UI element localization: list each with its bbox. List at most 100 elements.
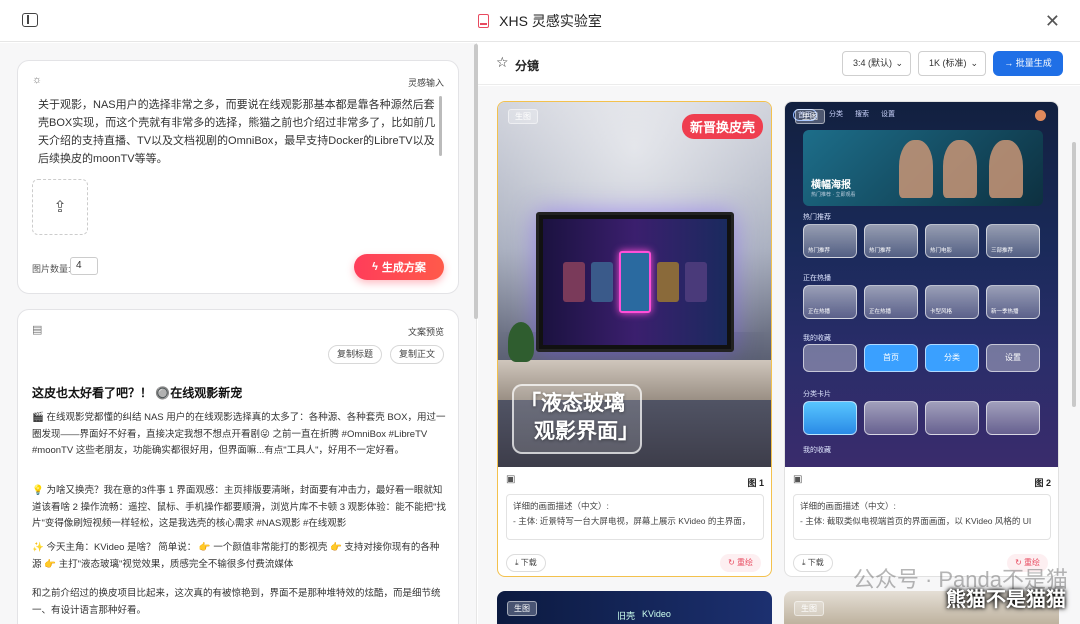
storyboard-card-2[interactable]: 首页 分类 搜索 设置 横幅海报 热门推荐 · 立即观看 热门推荐 热门推荐 热…	[784, 101, 1059, 577]
inspiration-textarea[interactable]: 关于观影，NAS用户的选择非常之多，而要说在线观影那基本都是靠各种源然后套壳BO…	[38, 96, 438, 168]
redraw-button[interactable]: ↻ 重绘	[720, 554, 761, 572]
image-icon: ▣	[506, 474, 516, 485]
poster	[591, 262, 613, 302]
sidebar-toggle-icon[interactable]	[22, 13, 38, 27]
generate-button[interactable]: ϟ 生成方案	[354, 254, 444, 280]
image-number: 图 1	[747, 478, 764, 488]
desc-line: 详细的画面描述（中文）:	[513, 501, 609, 511]
image-number: 图 2	[1034, 478, 1051, 488]
sun-icon: ☼	[32, 74, 43, 86]
download-button[interactable]: ⤓ 下载	[793, 554, 833, 572]
redraw-label: 重绘	[737, 558, 753, 567]
mock-tile	[864, 401, 918, 435]
section-label: 正在热播	[803, 275, 831, 282]
image-tag: 生图	[507, 601, 537, 616]
copy-body-button[interactable]: 复制正文	[389, 345, 444, 364]
storyboard-card-1[interactable]: 生图 新晋换皮壳 「液态玻璃 观影界面」 ▣ 图 1 详细的画面描述（中文）: …	[497, 101, 772, 577]
upload-button[interactable]: ⇪	[32, 179, 88, 235]
tv-screen	[543, 219, 727, 345]
mock-tile: 新一季热播	[986, 285, 1040, 319]
generate-label: 生成方案	[381, 262, 426, 274]
poster	[619, 251, 651, 313]
window-title-text: XHS 灵感实验室	[499, 12, 602, 29]
storyboard-image-1[interactable]: 生图 新晋换皮壳 「液态玻璃 观影界面」	[498, 102, 771, 467]
image-count-label: 图片数量:	[32, 264, 71, 274]
mock-pill: 分类	[925, 344, 979, 372]
image-headline: 「液态玻璃 观影界面」	[512, 384, 642, 454]
tile-label: 卡型风格	[930, 309, 953, 315]
inspiration-card: ☼ 灵感输入 关于观影，NAS用户的选择非常之多，而要说在线观影那基本都是靠各种…	[17, 60, 459, 294]
headline-line: 观影界面」	[534, 420, 639, 443]
hero-title: 横幅海报	[811, 180, 851, 191]
mock-tile	[925, 401, 979, 435]
poster	[685, 262, 707, 302]
ratio-select[interactable]: 3:4 (默认) ⌄	[842, 51, 911, 76]
tile-label: 正在热播	[808, 309, 831, 315]
image-description[interactable]: 详细的画面描述（中文）: - 主体: 截取类似电视端首页的界面画面，以 KVid…	[793, 494, 1051, 540]
copy-preview-label: 文案预览	[407, 327, 444, 337]
hero-figure	[989, 140, 1023, 198]
tile-label: 热门推荐	[869, 248, 892, 254]
close-icon[interactable]: ✕	[1045, 11, 1060, 32]
mock-tile: 三部推荐	[986, 224, 1040, 258]
copy-preview-card: ▤ 文案预览 复制标题 复制正文 这皮也太好看了吧？！ 🔘在线观影新宠 🎬 在线…	[17, 309, 459, 624]
lightning-icon: ϟ	[372, 261, 378, 273]
mock-nav-item: 搜索	[855, 111, 869, 118]
chevron-down-icon: ⌄	[970, 58, 978, 68]
tile-label: 热门推荐	[808, 248, 831, 254]
image-count-input[interactable]: 4	[70, 257, 98, 275]
post-paragraph: 和之前介绍过的换皮项目比起来，这次真的有被惊艳到，界面不是那种堆特效的炫酷，而是…	[32, 588, 441, 616]
inspiration-label: 灵感输入	[407, 78, 444, 88]
hero-figure	[943, 140, 977, 198]
mock-nav-item: 设置	[881, 111, 895, 118]
section-label: 我的收藏	[803, 447, 831, 454]
desc-line: - 主体: 近景特写一台大屏电视，屏幕上展示 KVideo 的主界面，	[513, 516, 751, 526]
mock-pill: 首页	[864, 344, 918, 372]
upload-icon: ⇪	[53, 199, 67, 216]
post-title: 这皮也太好看了吧？！ 🔘在线观影新宠	[32, 386, 243, 400]
mock-tile: 热门推荐	[803, 224, 857, 258]
batch-generate-label: 批量生成	[1015, 58, 1052, 68]
size-select-value: 1K (标准)	[929, 58, 967, 68]
window-title: XHS 灵感实验室	[478, 11, 602, 31]
mock-tile: 热门推荐	[864, 224, 918, 258]
arrow-icon: →	[1004, 58, 1014, 68]
storyboard-panel: ☆ 分镜 3:4 (默认) ⌄ 1K (标准) ⌄ → 批量生成 生图 新晋换皮…	[478, 43, 1080, 624]
mock-tile	[986, 401, 1040, 435]
storyboard-image-2[interactable]: 首页 分类 搜索 设置 横幅海报 热门推荐 · 立即观看 热门推荐 热门推荐 热…	[785, 102, 1058, 467]
mock-pill: 设置	[986, 344, 1040, 372]
post-paragraph: 🎬 在线观影党都懂的纠结 NAS 用户的在线观影选择真的太多了：各种源、各种套壳…	[32, 412, 446, 456]
image-text: 旧壳	[617, 611, 636, 621]
book-icon	[478, 13, 490, 28]
tile-label: 新一季热播	[991, 309, 1019, 315]
image-icon: ▣	[793, 474, 803, 485]
mock-pill	[803, 344, 857, 372]
mock-tile	[803, 401, 857, 435]
image-tag: 生图	[794, 601, 824, 616]
tv-illustration	[536, 212, 734, 352]
headline-line: 「液态玻璃	[520, 392, 625, 415]
hero-subtitle: 热门推荐 · 立即观看	[811, 192, 856, 198]
desc-line: - 主体: 截取类似电视端首页的界面画面，以 KVideo 风格的 UI	[800, 516, 1032, 526]
badge: 新晋换皮壳	[681, 114, 763, 139]
mock-tile: 卡型风格	[925, 285, 979, 319]
storyboard-header: ☆ 分镜 3:4 (默认) ⌄ 1K (标准) ⌄ → 批量生成	[478, 43, 1080, 85]
image-description[interactable]: 详细的画面描述（中文）: - 主体: 近景特写一台大屏电视，屏幕上展示 KVid…	[506, 494, 764, 540]
title-bar: XHS 灵感实验室 ✕	[0, 0, 1080, 42]
poster	[563, 262, 585, 302]
plant	[508, 322, 534, 362]
batch-generate-button[interactable]: → 批量生成	[993, 51, 1063, 76]
section-label: 我的收藏	[803, 335, 831, 342]
storyboard-card-3[interactable]: 生图 旧壳 KVideo	[497, 591, 772, 624]
star-icon: ☆	[496, 54, 509, 70]
copy-title-button[interactable]: 复制标题	[327, 345, 382, 364]
right-scrollbar[interactable]	[1072, 142, 1076, 407]
watermark-name: 熊猫不是猫猫	[946, 589, 1066, 611]
tile-label: 热门电影	[930, 248, 953, 254]
chevron-down-icon: ⌄	[895, 58, 903, 68]
download-button[interactable]: ⤓ 下载	[506, 554, 546, 572]
desc-line: 详细的画面描述（中文）:	[800, 501, 896, 511]
size-select[interactable]: 1K (标准) ⌄	[918, 51, 986, 76]
textarea-scrollbar[interactable]	[439, 96, 442, 156]
avatar	[1035, 110, 1046, 121]
